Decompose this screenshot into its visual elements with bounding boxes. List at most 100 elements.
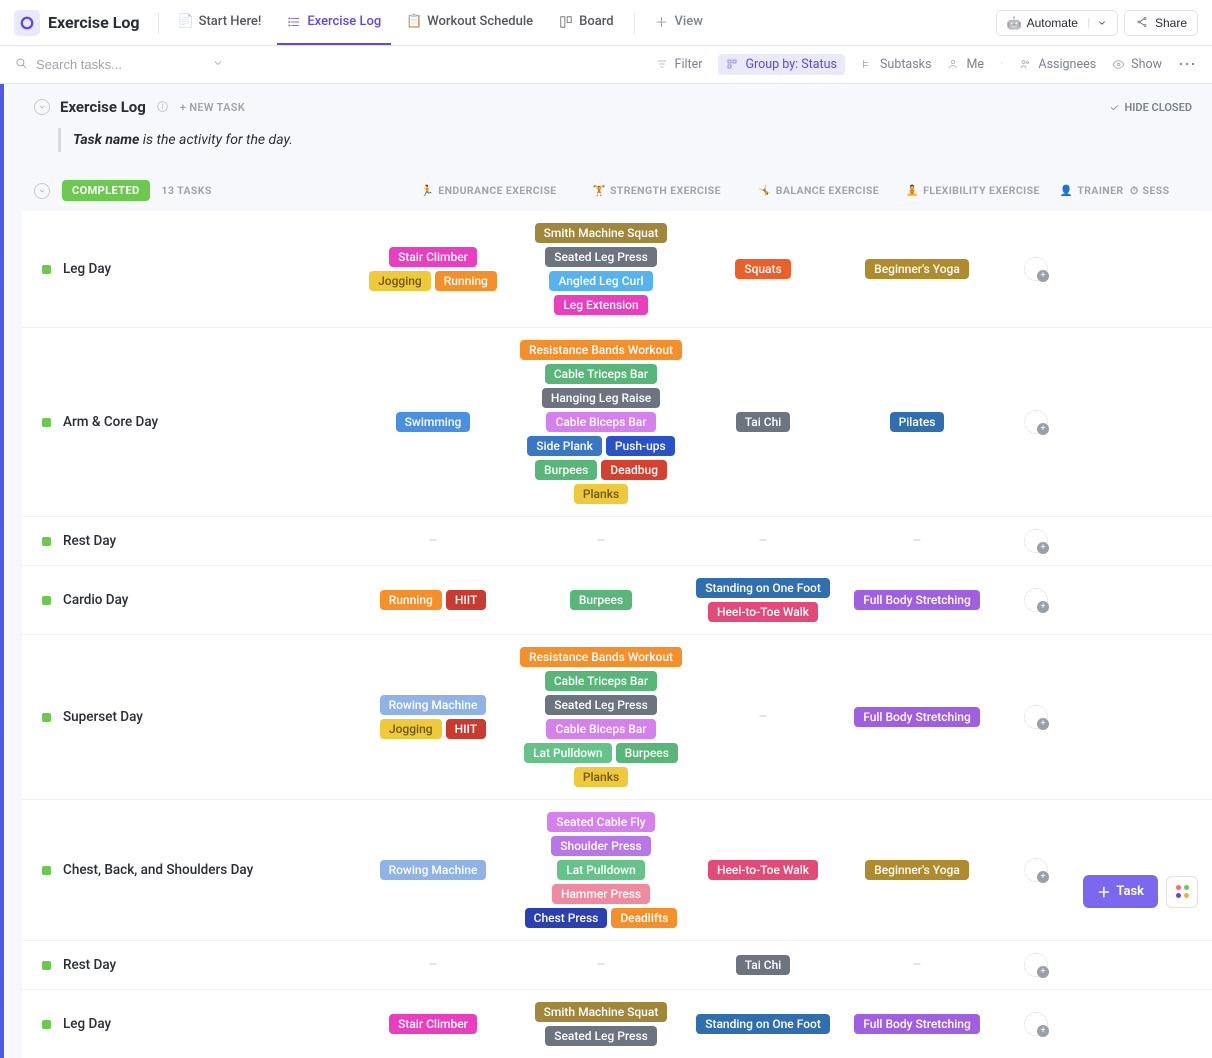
cell-balance[interactable]: Standing on One Foot: [690, 1012, 836, 1036]
tag[interactable]: Running: [435, 271, 497, 291]
tag[interactable]: Leg Extension: [554, 295, 647, 315]
assign-avatar[interactable]: [1024, 705, 1048, 729]
task-row[interactable]: Rest Day––––: [22, 516, 1212, 565]
tag[interactable]: Stair Climber: [389, 1014, 477, 1034]
task-name-cell[interactable]: Leg Day: [22, 261, 354, 277]
cell-flexc[interactable]: Beginner's Yoga: [836, 257, 998, 281]
tag[interactable]: Burpees: [616, 743, 678, 763]
tag[interactable]: Resistance Bands Workout: [520, 647, 682, 667]
tag[interactable]: Stair Climber: [389, 247, 477, 267]
apps-fab[interactable]: [1166, 876, 1198, 908]
cell-trainer[interactable]: [998, 856, 1074, 884]
tag[interactable]: HIIT: [446, 719, 486, 739]
tag[interactable]: Heel-to-Toe Walk: [708, 602, 818, 622]
groupby-button[interactable]: Group by: Status: [718, 54, 845, 75]
cell-endurance[interactable]: –: [354, 531, 512, 551]
cell-trainer[interactable]: [998, 408, 1074, 436]
task-row[interactable]: Rest Day––Tai Chi–: [22, 940, 1212, 989]
cell-endurance[interactable]: –: [354, 955, 512, 975]
cell-strength[interactable]: Seated Cable FlyShoulder PressLat Pulldo…: [512, 810, 690, 930]
status-square[interactable]: [42, 866, 51, 875]
assign-avatar[interactable]: [1024, 858, 1048, 882]
tag[interactable]: Cable Triceps Bar: [545, 364, 657, 384]
more-menu[interactable]: ⋯: [1178, 54, 1198, 75]
tag[interactable]: Side Plank: [527, 436, 602, 456]
collapse-toggle[interactable]: [34, 99, 50, 115]
cell-balance[interactable]: –: [690, 531, 836, 551]
cell-trainer[interactable]: [998, 703, 1074, 731]
add-view[interactable]: ＋ View: [645, 0, 713, 45]
status-square[interactable]: [42, 961, 51, 970]
col-sessions[interactable]: ⏱SESS: [1130, 184, 1170, 198]
tag[interactable]: Swimming: [396, 412, 471, 432]
assign-avatar[interactable]: [1024, 410, 1048, 434]
assign-avatar[interactable]: [1024, 588, 1048, 612]
tab-exercise-log[interactable]: Exercise Log: [277, 0, 391, 45]
col-trainer[interactable]: 👤TRAINER: [1054, 184, 1130, 197]
task-name-cell[interactable]: Chest, Back, and Shoulders Day: [22, 862, 354, 878]
tag[interactable]: Full Body Stretching: [854, 1014, 980, 1034]
task-row[interactable]: Chest, Back, and Shoulders Day Rowing Mac…: [22, 799, 1212, 940]
assign-avatar[interactable]: [1024, 953, 1048, 977]
show-button[interactable]: Show: [1112, 57, 1162, 72]
status-square[interactable]: [42, 418, 51, 427]
tag[interactable]: Planks: [574, 484, 628, 504]
assign-avatar[interactable]: [1024, 529, 1048, 553]
tag[interactable]: Rowing Machine: [380, 695, 487, 715]
me-button[interactable]: Me: [947, 57, 984, 72]
cell-flexc[interactable]: –: [836, 955, 998, 975]
col-endurance[interactable]: 🏃ENDURANCE EXERCISE: [410, 184, 568, 197]
cell-flexc[interactable]: Full Body Stretching: [836, 588, 998, 612]
tag[interactable]: Heel-to-Toe Walk: [708, 860, 818, 880]
cell-endurance[interactable]: Stair Climber: [354, 1012, 512, 1036]
cell-endurance[interactable]: Rowing Machine JoggingHIIT: [354, 693, 512, 741]
status-square[interactable]: [42, 596, 51, 605]
cell-endurance[interactable]: Swimming: [354, 410, 512, 434]
cell-endurance[interactable]: Rowing Machine: [354, 858, 512, 882]
cell-strength[interactable]: Smith Machine SquatSeated Leg PressAngle…: [512, 221, 690, 317]
task-name-cell[interactable]: Rest Day: [22, 533, 354, 549]
new-task-button[interactable]: + NEW TASK: [180, 101, 245, 114]
tag[interactable]: Burpees: [570, 590, 632, 610]
tag[interactable]: Beginner's Yoga: [865, 259, 969, 279]
status-square[interactable]: [42, 1020, 51, 1029]
new-task-fab[interactable]: ＋ Task: [1083, 875, 1158, 908]
tag[interactable]: Shoulder Press: [551, 836, 650, 856]
hide-closed-button[interactable]: HIDE CLOSED: [1109, 101, 1192, 114]
assignees-button[interactable]: Assignees: [1019, 57, 1096, 72]
cell-flexc[interactable]: –: [836, 531, 998, 551]
tag[interactable]: Running: [380, 590, 442, 610]
cell-flexc[interactable]: Full Body Stretching: [836, 1012, 998, 1036]
tag[interactable]: Tai Chi: [736, 955, 791, 975]
subtasks-button[interactable]: Subtasks: [861, 57, 931, 72]
task-name-cell[interactable]: Leg Day: [22, 1016, 354, 1032]
tag[interactable]: Pilates: [890, 412, 945, 432]
tag[interactable]: Smith Machine Squat: [535, 223, 668, 243]
status-square[interactable]: [42, 713, 51, 722]
tag[interactable]: Hanging Leg Raise: [542, 388, 660, 408]
tag[interactable]: Seated Cable Fly: [547, 812, 654, 832]
share-button[interactable]: Share: [1124, 10, 1198, 36]
task-name-cell[interactable]: Rest Day: [22, 957, 354, 973]
cell-balance[interactable]: –: [690, 707, 836, 727]
tag[interactable]: Resistance Bands Workout: [520, 340, 682, 360]
tag[interactable]: Rowing Machine: [380, 860, 487, 880]
task-name-cell[interactable]: Cardio Day: [22, 592, 354, 608]
tag[interactable]: Burpees: [535, 460, 597, 480]
task-row[interactable]: Arm & Core DaySwimmingResistance Bands W…: [22, 327, 1212, 516]
tag[interactable]: Tai Chi: [736, 412, 791, 432]
status-square[interactable]: [42, 265, 51, 274]
cell-endurance[interactable]: RunningHIIT: [354, 588, 512, 612]
tab-workout-schedule[interactable]: 📋 Workout Schedule: [397, 0, 543, 45]
tag[interactable]: Jogging: [380, 719, 442, 739]
tag[interactable]: HIIT: [446, 590, 486, 610]
filter-button[interactable]: Filter: [656, 57, 703, 72]
search-box[interactable]: [14, 56, 224, 74]
tag[interactable]: Seated Leg Press: [545, 1026, 657, 1046]
task-row[interactable]: Leg Day Stair Climber Smith Machine SquatS…: [22, 989, 1212, 1058]
col-flexibility[interactable]: 🧘FLEXIBILITY EXERCISE: [892, 184, 1054, 197]
cell-strength[interactable]: Smith Machine SquatSeated Leg Press: [512, 1000, 690, 1048]
tag[interactable]: Deadlifts: [611, 908, 677, 928]
cell-endurance[interactable]: Stair ClimberJoggingRunning: [354, 245, 512, 293]
tag[interactable]: Squats: [735, 259, 790, 279]
